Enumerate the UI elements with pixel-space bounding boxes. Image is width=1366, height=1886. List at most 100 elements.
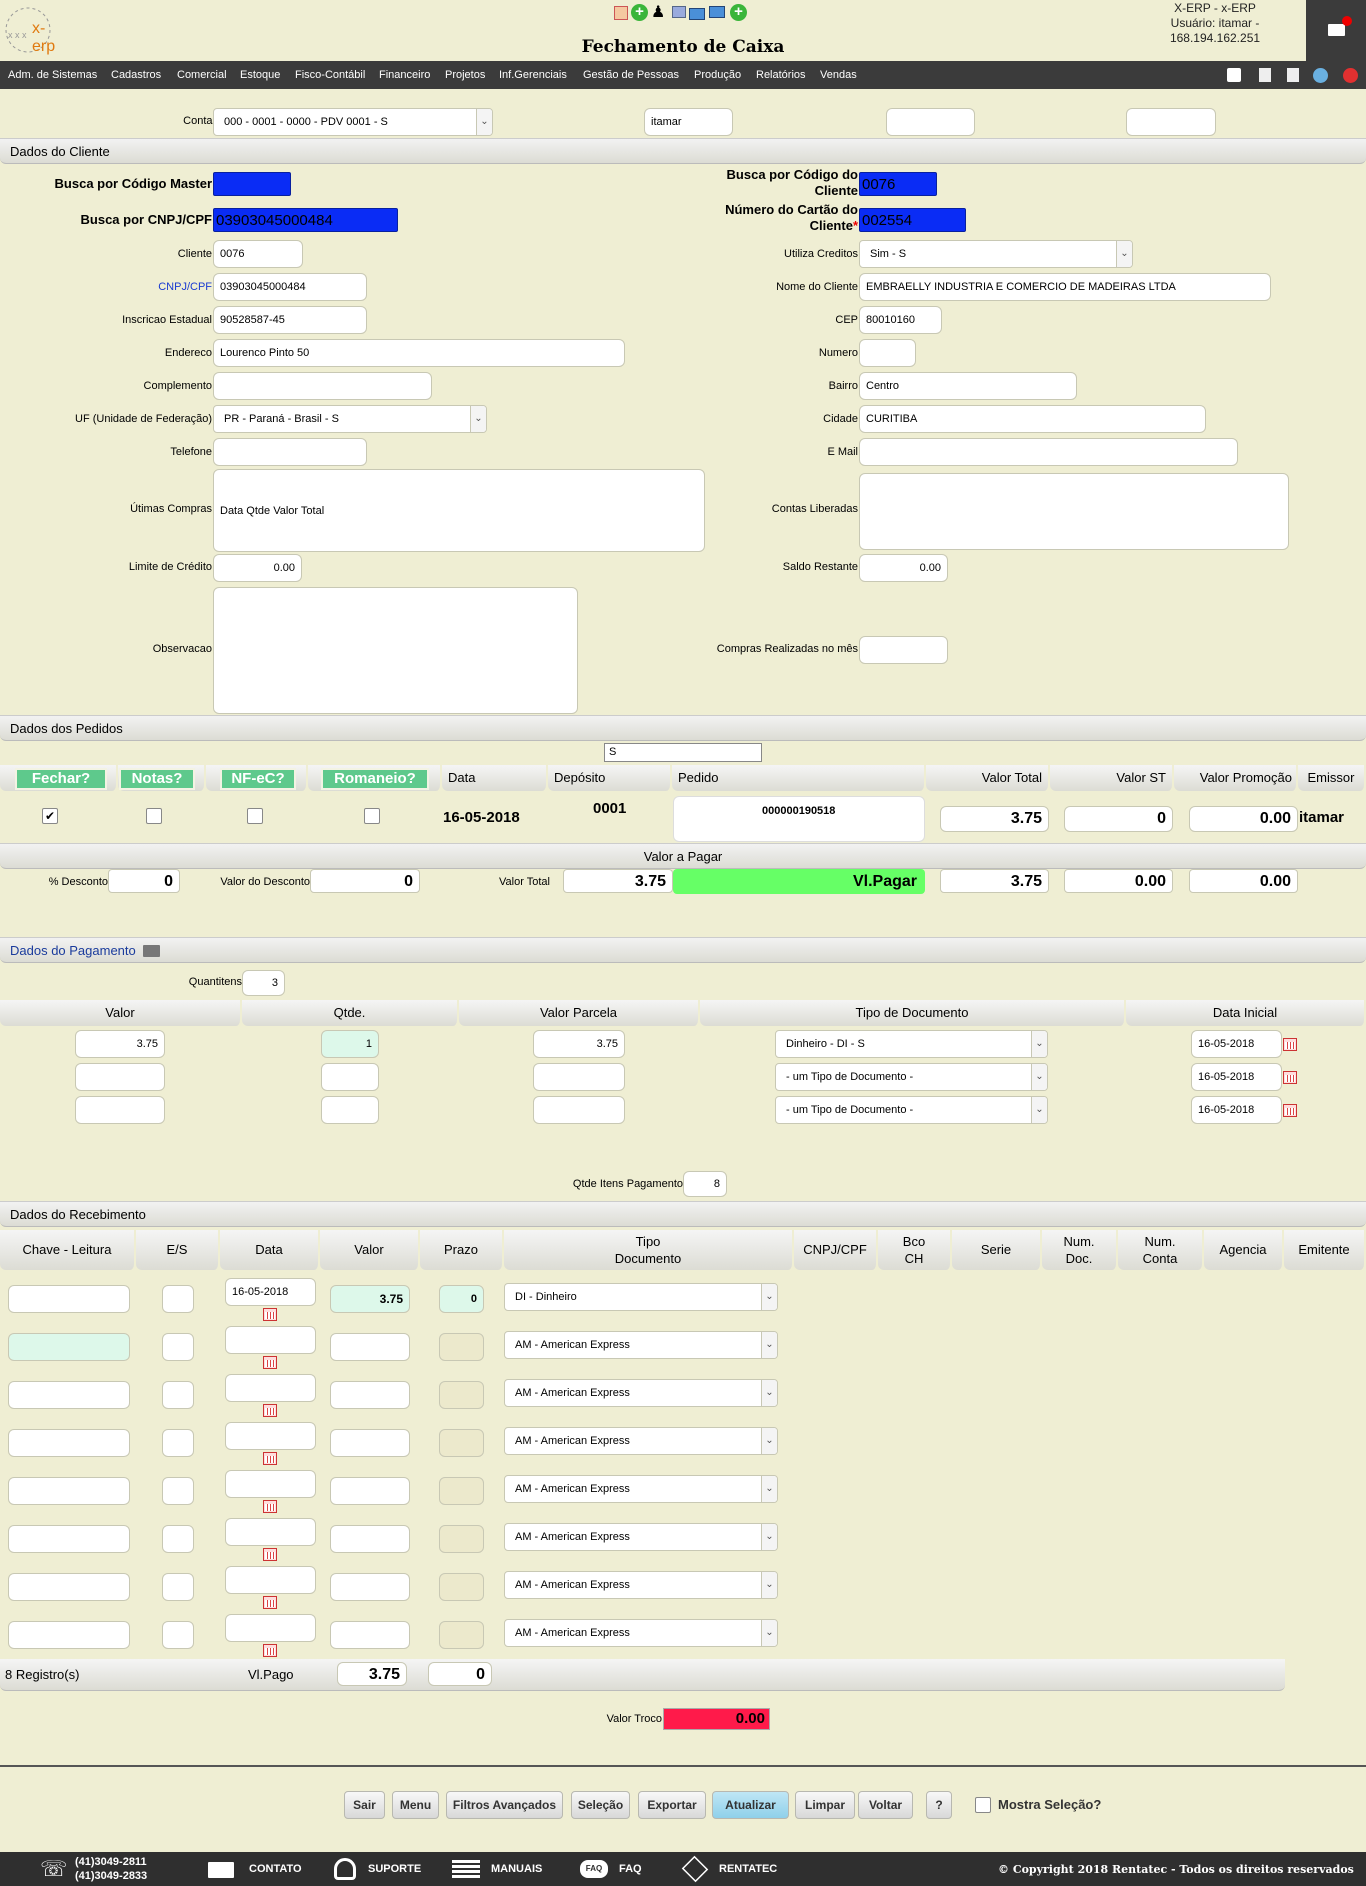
rec-es-5[interactable] (162, 1477, 194, 1505)
romaneio-checkbox[interactable] (364, 808, 380, 824)
rec-valor-1[interactable]: 3.75 (330, 1285, 410, 1313)
desc-val-field[interactable]: 0 (310, 869, 420, 893)
menu-adm[interactable]: Adm. de Sistemas (8, 61, 97, 89)
rec-data-4[interactable] (225, 1422, 316, 1450)
rec-prazo-8[interactable] (439, 1621, 484, 1649)
cartao-field[interactable]: 002554 (859, 208, 966, 232)
contas-user-field[interactable]: itamar (644, 108, 733, 136)
add-icon[interactable]: + (631, 4, 648, 21)
total-field-3[interactable]: 0.00 (1189, 869, 1298, 893)
rec-es-3[interactable] (162, 1381, 194, 1409)
manuais-icon[interactable] (452, 1860, 480, 1878)
pag-data-1[interactable]: 16-05-2018 (1191, 1030, 1282, 1058)
voltar-button[interactable]: Voltar (858, 1791, 913, 1819)
pdf-icon[interactable] (614, 6, 628, 20)
rec-chave-6[interactable] (8, 1525, 130, 1553)
document-icon[interactable] (1259, 68, 1271, 82)
rec-chave-4[interactable] (8, 1429, 130, 1457)
cep-field[interactable]: 80010160 (859, 306, 942, 334)
rec-tipo-2[interactable]: AM - American Express ⌄ (504, 1331, 778, 1359)
rec-es-7[interactable] (162, 1573, 194, 1601)
add-icon-2[interactable]: + (730, 4, 747, 21)
rec-tipo-1[interactable]: DI - Dinheiro ⌄ (504, 1283, 778, 1311)
notas-button[interactable]: Notas? (119, 768, 195, 790)
contas-select[interactable]: 000 - 0001 - 0000 - PDV 0001 - S ⌄ (213, 108, 493, 136)
pag-valor-3[interactable] (75, 1096, 165, 1124)
rec-prazo-4[interactable] (439, 1429, 484, 1457)
mostra-selecao-checkbox[interactable] (975, 1797, 991, 1813)
menu-infgerenciais[interactable]: Inf.Gerenciais (499, 61, 567, 89)
bairro-field[interactable]: Centro (859, 372, 1077, 400)
rec-chave-3[interactable] (8, 1381, 130, 1409)
rec-prazo-3[interactable] (439, 1381, 484, 1409)
nome-field[interactable]: EMBRAELLY INDUSTRIA E COMERCIO DE MADEIR… (859, 273, 1271, 301)
menu-fisco[interactable]: Fisco-Contábil (295, 61, 365, 89)
rec-data-2[interactable] (225, 1326, 316, 1354)
rec-prazo-2[interactable] (439, 1333, 484, 1361)
nfe-checkbox[interactable] (247, 808, 263, 824)
pag-data-3[interactable]: 16-05-2018 (1191, 1096, 1282, 1124)
email-field[interactable] (859, 438, 1238, 466)
rec-data-8[interactable] (225, 1614, 316, 1642)
rec-chave-7[interactable] (8, 1573, 130, 1601)
contas-liberadas-area[interactable] (859, 473, 1289, 550)
rentatec-link[interactable]: RENTATEC (719, 1863, 777, 1875)
cidade-field[interactable]: CURITIBA (859, 405, 1206, 433)
logo[interactable]: x x x x-erp (2, 4, 60, 55)
pedido-valor-st[interactable]: 0 (1064, 806, 1173, 832)
rec-valor-5[interactable] (330, 1477, 410, 1505)
rec-prazo-1[interactable]: 0 (439, 1285, 484, 1313)
pedido-valor-promo[interactable]: 0.00 (1189, 806, 1298, 832)
menu-comercial[interactable]: Comercial (177, 61, 227, 89)
help-button[interactable]: ? (926, 1791, 952, 1819)
quantitens-field[interactable]: 3 (242, 970, 285, 996)
contato-icon[interactable] (208, 1862, 234, 1878)
rec-prazo-6[interactable] (439, 1525, 484, 1553)
mail-button[interactable] (1306, 0, 1366, 61)
pedidos-filter-field[interactable]: S (604, 743, 762, 762)
rec-es-2[interactable] (162, 1333, 194, 1361)
exportar-button[interactable]: Exportar (638, 1791, 706, 1819)
rec-tipo-6[interactable]: AM - American Express ⌄ (504, 1523, 778, 1551)
cliente-field[interactable]: 0076 (213, 240, 303, 268)
pag-valor-2[interactable] (75, 1063, 165, 1091)
obs-area[interactable] (213, 587, 578, 714)
calendar-icon[interactable] (263, 1404, 277, 1417)
uf-select[interactable]: PR - Paraná - Brasil - S ⌄ (213, 405, 487, 433)
rec-valor-8[interactable] (330, 1621, 410, 1649)
rec-prazo-5[interactable] (439, 1477, 484, 1505)
atualizar-button[interactable]: Atualizar (712, 1791, 789, 1819)
rec-prazo-7[interactable] (439, 1573, 484, 1601)
busca-cnpj-field[interactable]: 03903045000484 (213, 208, 398, 232)
rec-valor-3[interactable] (330, 1381, 410, 1409)
calendar-icon[interactable] (263, 1308, 277, 1321)
filtros-avancados-button[interactable]: Filtros Avançados (446, 1791, 563, 1819)
menu-financeiro[interactable]: Financeiro (379, 61, 430, 89)
menu-vendas[interactable]: Vendas (820, 61, 857, 89)
nfe-button[interactable]: NF-eC? (220, 768, 296, 790)
rec-chave-1[interactable] (8, 1285, 130, 1313)
limite-field[interactable]: 0.00 (213, 554, 302, 582)
contato-link[interactable]: CONTATO (249, 1863, 302, 1875)
limpar-button[interactable]: Limpar (795, 1791, 855, 1819)
rec-data-6[interactable] (225, 1518, 316, 1546)
menu-producao[interactable]: Produção (694, 61, 741, 89)
endereco-field[interactable]: Lourenco Pinto 50 (213, 339, 625, 367)
vlpagar-field[interactable]: 3.75 (940, 869, 1049, 893)
menu-estoque[interactable]: Estoque (240, 61, 280, 89)
qtd-itens-field[interactable]: 8 (683, 1171, 727, 1197)
calendar-icon[interactable] (263, 1500, 277, 1513)
rec-valor-2[interactable] (330, 1333, 410, 1361)
calendar-icon[interactable] (1283, 1104, 1297, 1117)
print-icon[interactable] (689, 8, 705, 20)
menu-cadastros[interactable]: Cadastros (111, 61, 161, 89)
menu-button[interactable]: Menu (392, 1791, 439, 1819)
telefone-field[interactable] (213, 438, 367, 466)
menu-gestao[interactable]: Gestão de Pessoas (583, 61, 679, 89)
selecao-button[interactable]: Seleção (571, 1791, 630, 1819)
rec-es-1[interactable] (162, 1285, 194, 1313)
calendar-icon[interactable] (1283, 1071, 1297, 1084)
contas-extra-field-1[interactable] (886, 108, 975, 136)
rec-chave-5[interactable] (8, 1477, 130, 1505)
rec-tipo-7[interactable]: AM - American Express ⌄ (504, 1571, 778, 1599)
